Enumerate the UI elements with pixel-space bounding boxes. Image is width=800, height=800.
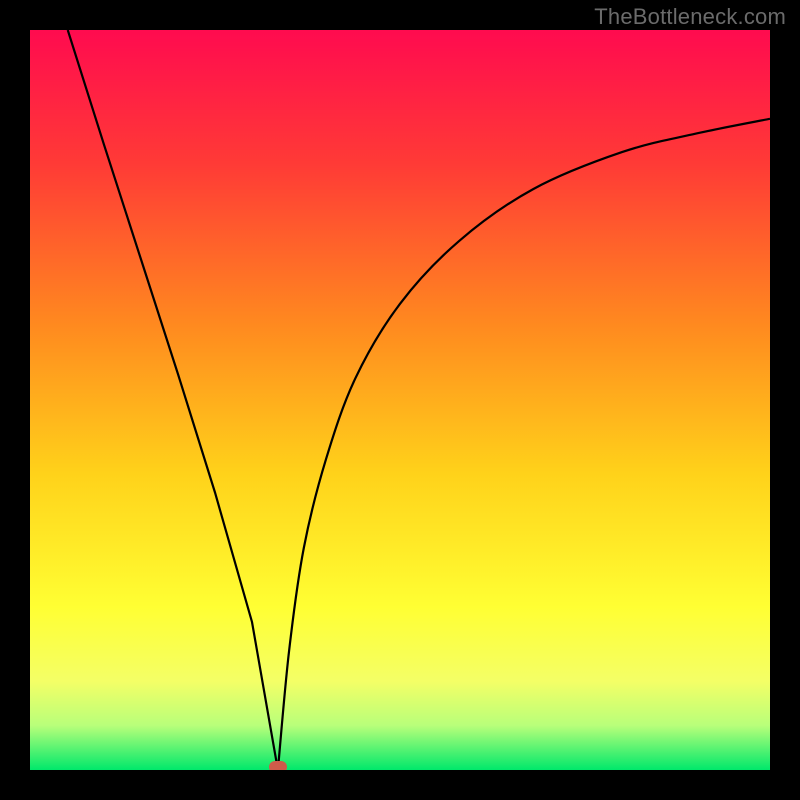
- plot-area: [30, 30, 770, 770]
- optimal-point-marker: [269, 761, 287, 770]
- bottleneck-curve: [30, 30, 770, 770]
- chart-frame: TheBottleneck.com: [0, 0, 800, 800]
- watermark-text: TheBottleneck.com: [594, 4, 786, 30]
